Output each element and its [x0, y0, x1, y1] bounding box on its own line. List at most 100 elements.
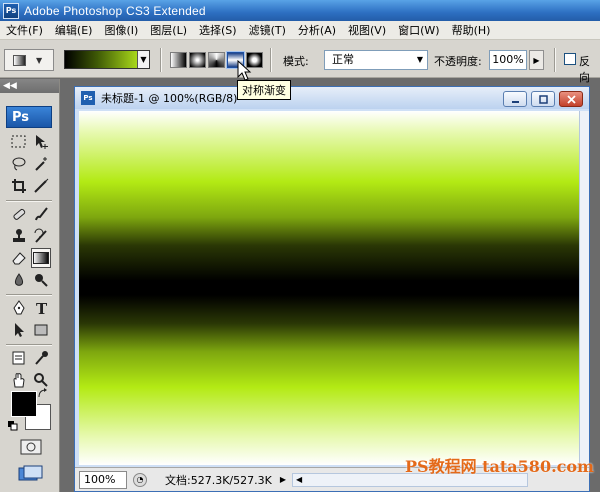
- menu-view[interactable]: 视图(V): [342, 22, 392, 38]
- maximize-button[interactable]: [531, 91, 555, 107]
- maximize-icon: [538, 94, 548, 104]
- hand-icon: [13, 373, 25, 388]
- history-brush-tool[interactable]: [31, 226, 51, 246]
- minimize-icon: [511, 100, 519, 103]
- status-arrow-icon[interactable]: ▶: [280, 475, 286, 484]
- move-tool[interactable]: [31, 132, 51, 152]
- gradient-preview-swatch[interactable]: [65, 51, 137, 68]
- magnifier-icon: [34, 373, 48, 387]
- opacity-input[interactable]: 100%: [489, 50, 527, 70]
- menu-layer[interactable]: 图层(L): [144, 22, 193, 38]
- magic-wand-tool[interactable]: [31, 154, 51, 174]
- menu-help[interactable]: 帮助(H): [446, 22, 497, 38]
- brush-tool[interactable]: [31, 204, 51, 224]
- mode-label: 模式:: [283, 55, 309, 68]
- crop-tool[interactable]: [9, 176, 29, 196]
- zoom-field[interactable]: 100%: [79, 470, 127, 489]
- reflected-gradient-tooltip: 对称渐变: [237, 80, 291, 100]
- menu-select[interactable]: 选择(S): [193, 22, 243, 38]
- radial-gradient-button[interactable]: [189, 52, 206, 68]
- brush-icon: [35, 207, 48, 221]
- dodge-icon: [35, 274, 48, 287]
- quick-mask-icon: [20, 439, 42, 455]
- toolbox-collapse-handle[interactable]: ◀◀: [0, 79, 59, 93]
- vertical-scrollbar[interactable]: [579, 111, 589, 465]
- rectangle-tool[interactable]: [31, 320, 51, 340]
- document-canvas[interactable]: [79, 111, 579, 465]
- pen-tool[interactable]: [9, 298, 29, 318]
- opacity-label: 不透明度:: [434, 55, 482, 68]
- gradient-tool-icon: [33, 252, 49, 264]
- menu-analysis[interactable]: 分析(A): [292, 22, 342, 38]
- menu-file[interactable]: 文件(F): [0, 22, 49, 38]
- lasso-icon: [12, 157, 26, 171]
- dodge-tool[interactable]: [31, 270, 51, 290]
- watermark-text: PS教程网 tata580.com: [405, 457, 594, 476]
- divider: [554, 48, 556, 72]
- menu-image[interactable]: 图像(I): [98, 22, 144, 38]
- move-icon: [36, 135, 48, 149]
- app-title: Adobe Photoshop CS3 Extended: [24, 3, 206, 18]
- close-icon: [566, 94, 576, 104]
- reverse-checkbox[interactable]: [564, 53, 576, 65]
- chevron-down-icon[interactable]: ▼: [137, 51, 149, 68]
- stamp-icon: [13, 229, 25, 242]
- marquee-tool[interactable]: [9, 132, 29, 152]
- water-drop-icon: [14, 273, 24, 286]
- foreground-color-swatch[interactable]: [11, 391, 37, 417]
- eyedropper-tool[interactable]: [31, 348, 51, 368]
- eraser-tool[interactable]: [9, 248, 29, 268]
- mode-select[interactable]: 正常 ▼: [324, 50, 428, 70]
- divider: [270, 48, 272, 72]
- quick-mask-button[interactable]: [19, 437, 43, 457]
- lasso-tool[interactable]: [9, 154, 29, 174]
- path-selection-tool[interactable]: [9, 320, 29, 340]
- blur-tool[interactable]: [9, 270, 29, 290]
- opacity-slider-arrow[interactable]: ▶: [529, 50, 544, 70]
- arrow-pointer-icon: [15, 323, 24, 337]
- linear-gradient-button[interactable]: [170, 52, 187, 68]
- divider: [6, 294, 52, 296]
- eraser-icon: [12, 252, 26, 265]
- clone-stamp-tool[interactable]: [9, 226, 29, 246]
- healing-brush-tool[interactable]: [9, 204, 29, 224]
- magic-wand-icon: [35, 157, 47, 171]
- screen-mode-button[interactable]: [17, 463, 45, 485]
- status-menu-icon[interactable]: ◔: [133, 472, 147, 487]
- menu-edit[interactable]: 编辑(E): [49, 22, 99, 38]
- rectangle-shape-icon: [34, 324, 48, 336]
- document-title-bar[interactable]: Ps 未标题-1 @ 100%(RGB/8): [75, 87, 589, 109]
- close-button[interactable]: [559, 91, 583, 107]
- document-title: 未标题-1 @ 100%(RGB/8): [101, 92, 238, 105]
- photoshop-logo: Ps: [6, 106, 52, 128]
- type-tool[interactable]: T: [31, 298, 51, 318]
- slice-tool[interactable]: [31, 176, 51, 196]
- tool-preset-picker[interactable]: ▼: [4, 49, 54, 71]
- menu-filter[interactable]: 滤镜(T): [243, 22, 292, 38]
- swap-colors-icon[interactable]: [36, 387, 50, 401]
- hand-tool[interactable]: [9, 370, 29, 390]
- crop-icon: [12, 179, 26, 193]
- mouse-cursor-icon: [237, 60, 253, 82]
- marquee-icon: [11, 135, 26, 148]
- gradient-picker[interactable]: ▼: [64, 50, 150, 69]
- reverse-label: 反向: [579, 55, 590, 84]
- angle-gradient-button[interactable]: [208, 52, 225, 68]
- divider: [160, 48, 162, 72]
- gradient-tool[interactable]: [31, 248, 51, 268]
- divider: [6, 200, 52, 202]
- notes-tool[interactable]: [9, 348, 29, 368]
- chevron-down-icon: ▼: [36, 55, 43, 65]
- pen-icon: [13, 300, 25, 315]
- app-title-bar: Ps Adobe Photoshop CS3 Extended: [0, 0, 600, 21]
- document-window: Ps 未标题-1 @ 100%(RGB/8) 100% ◔ 文档:527.3K/…: [74, 86, 590, 492]
- menu-bar: 文件(F) 编辑(E) 图像(I) 图层(L) 选择(S) 滤镜(T) 分析(A…: [0, 21, 600, 40]
- chevron-down-icon: ▼: [416, 55, 423, 64]
- divider: [6, 344, 52, 346]
- minimize-button[interactable]: [503, 91, 527, 107]
- options-bar: ▼ ▼ 模式: 正常 ▼ 不透明度: 100% ▶ 反向: [0, 40, 600, 84]
- default-colors-icon[interactable]: [6, 419, 20, 433]
- history-brush-icon: [34, 228, 47, 243]
- bandage-icon: [13, 208, 26, 220]
- menu-window[interactable]: 窗口(W): [392, 22, 445, 38]
